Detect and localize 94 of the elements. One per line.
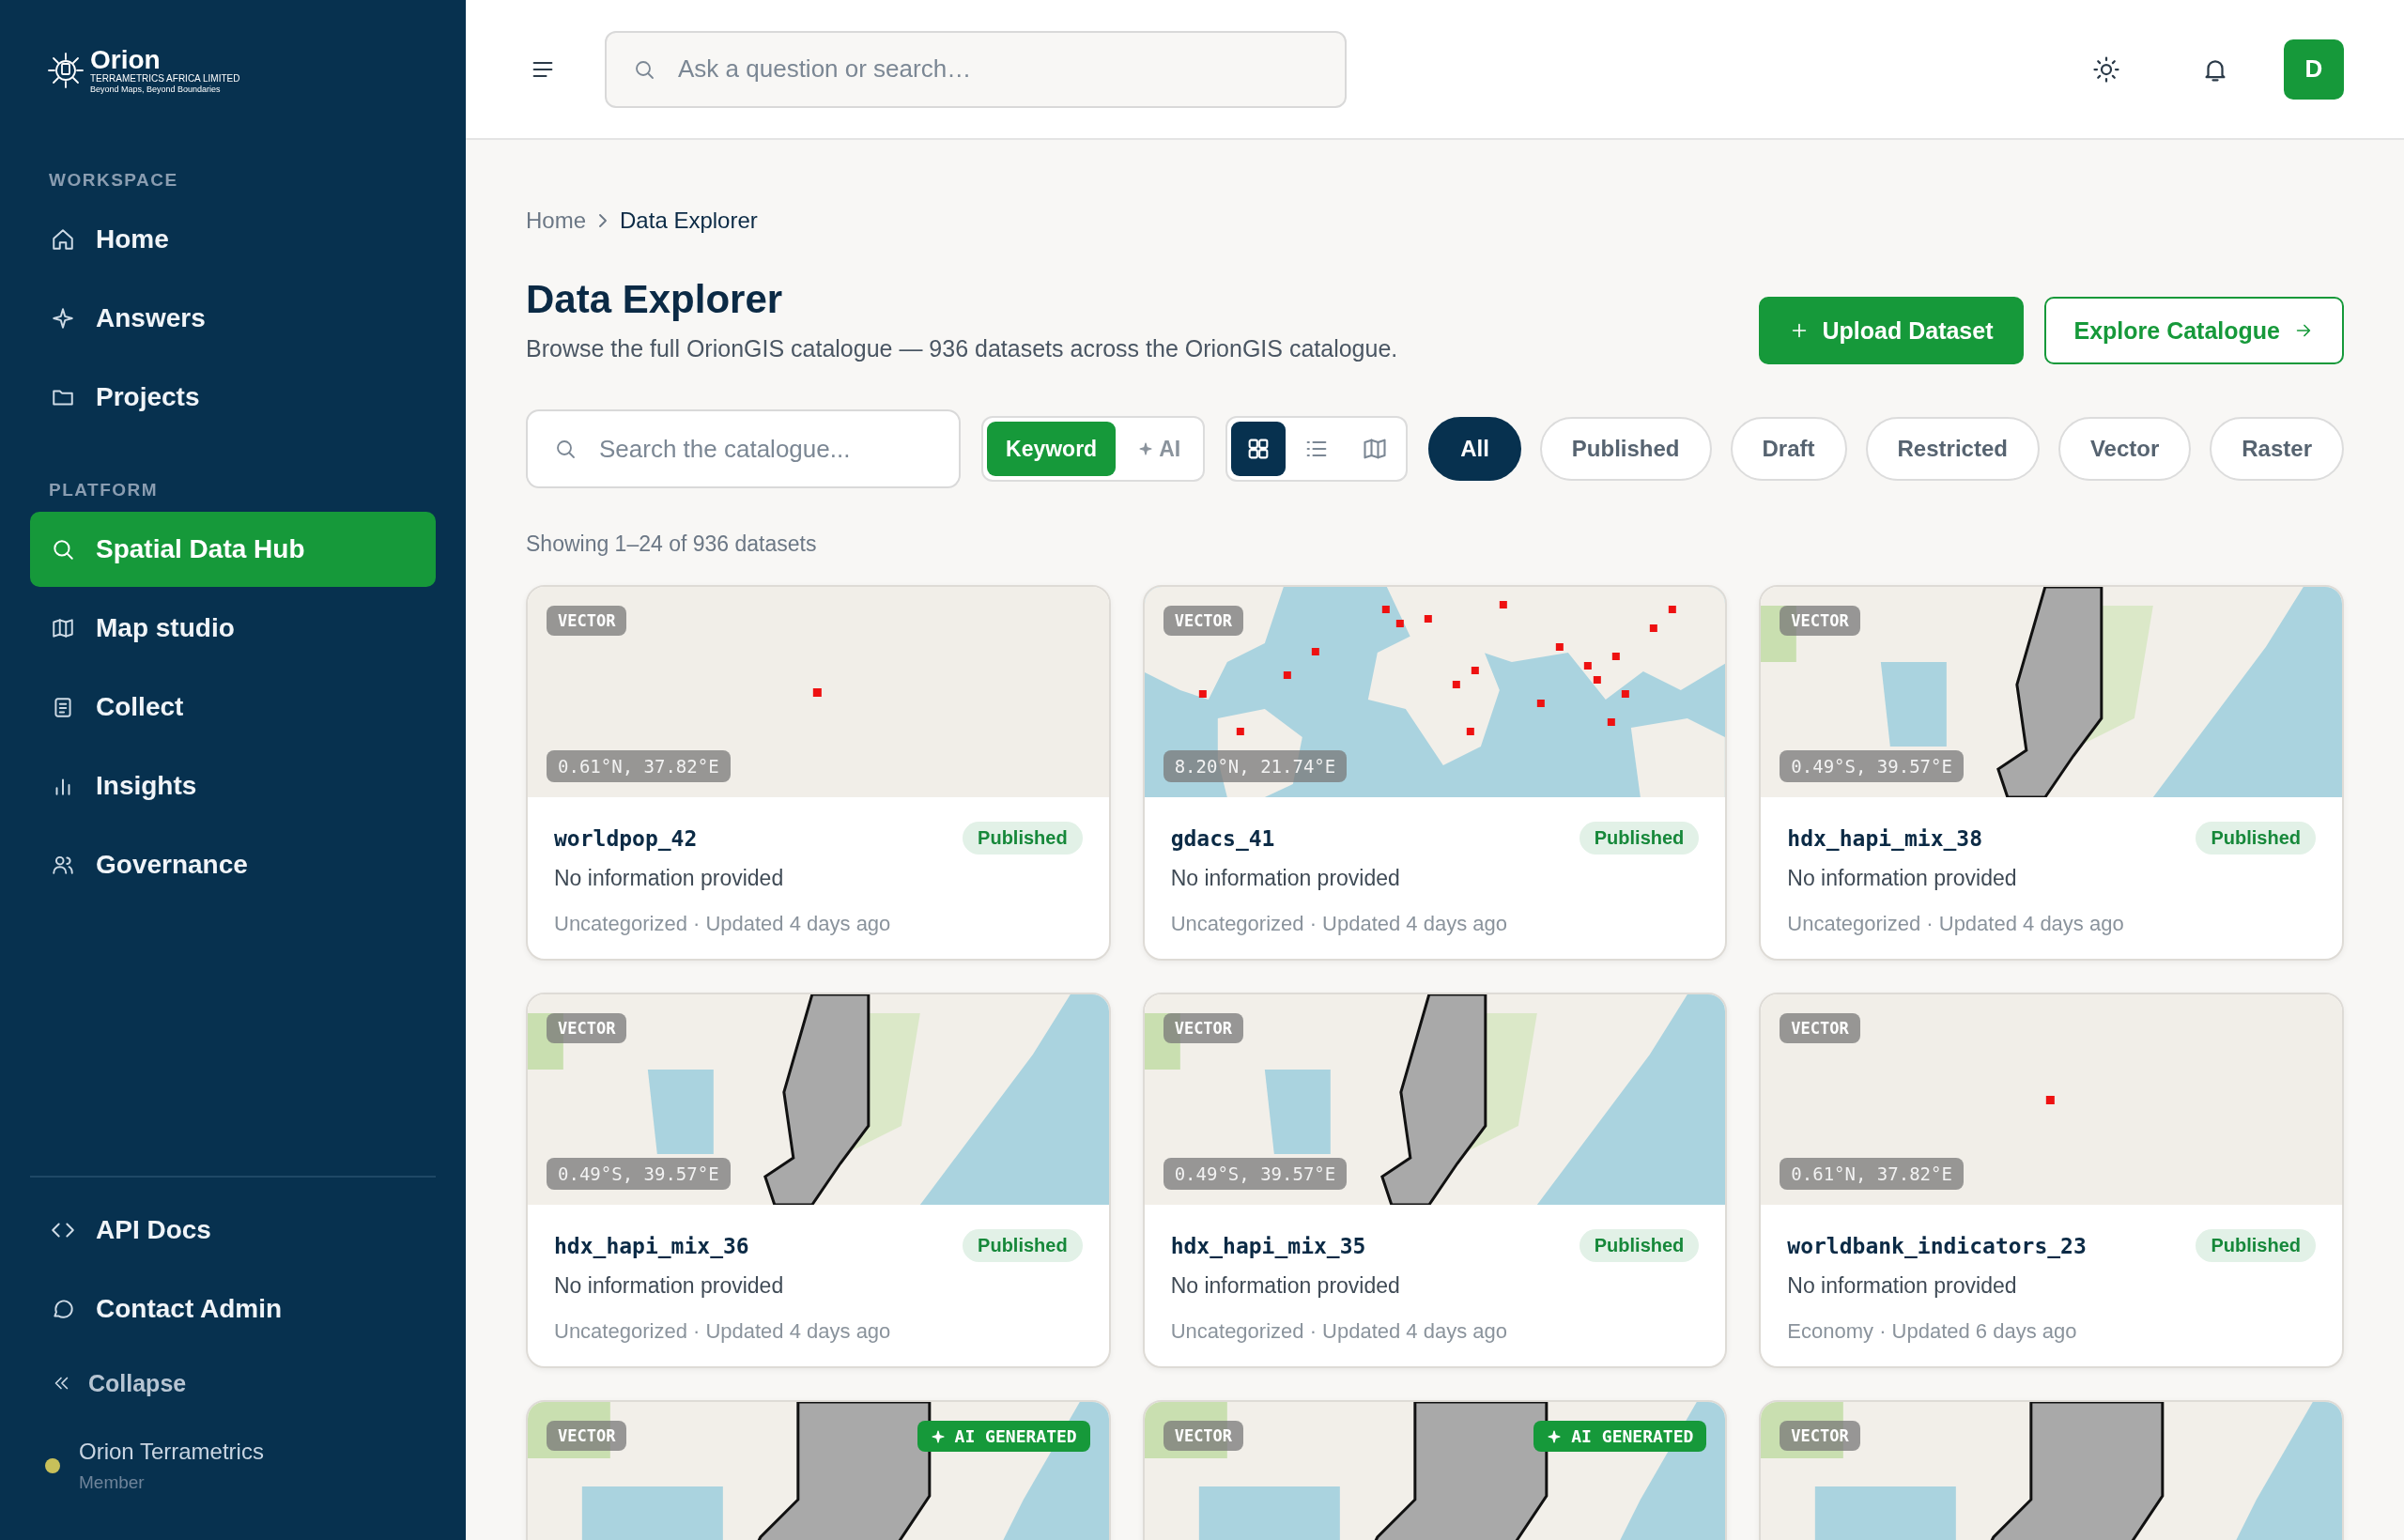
logo-tagline: TERRAMETRICS AFRICA LIMITED bbox=[90, 73, 240, 85]
page-title: Data Explorer bbox=[526, 277, 784, 322]
ai-generated-label: AI GENERATED bbox=[1533, 1421, 1707, 1452]
dataset-meta: Economy · Updated 6 days ago bbox=[1787, 1319, 2078, 1344]
nav-item[interactable]: Contact Admin bbox=[30, 1271, 436, 1347]
filter-chip[interactable]: Published bbox=[1539, 417, 1712, 481]
user-role: Member bbox=[79, 1472, 146, 1493]
dataset-card[interactable]: VECTOR 0.49°S, 39.57°E hdx_hapi_mix_38 Published No information provided Uncategorized · Updated 4 days ago bbox=[1759, 585, 2344, 961]
nav-item[interactable]: Answers bbox=[30, 280, 436, 356]
nav-item[interactable]: Collect bbox=[30, 669, 436, 745]
status-label: Published bbox=[2196, 1229, 2316, 1262]
breadcrumb-link[interactable]: Data Explorer bbox=[620, 208, 758, 234]
coordinates-label: 0.49°S, 39.57°E bbox=[1163, 1158, 1348, 1190]
dataset-name: worldpop_42 bbox=[554, 825, 698, 851]
sparkle-icon bbox=[1138, 441, 1154, 456]
nav-item[interactable]: Map studio bbox=[30, 590, 436, 666]
dataset-card[interactable]: VECTOR AI GENERATED bbox=[526, 1400, 1111, 1540]
search-field[interactable]: Ask a question or search… bbox=[605, 30, 1347, 108]
coordinates-label: 0.61°N, 37.82°E bbox=[1780, 1158, 1964, 1190]
coordinates-label: 0.61°N, 37.82°E bbox=[547, 750, 731, 782]
sparkle-icon bbox=[1547, 1428, 1563, 1444]
type-label: VECTOR bbox=[1780, 606, 1860, 636]
nav-item[interactable]: Home bbox=[30, 201, 436, 277]
dataset-name: hdx_hapi_mix_36 bbox=[554, 1233, 749, 1258]
filter-chip[interactable]: Restricted bbox=[1865, 417, 2040, 481]
filter-chip[interactable]: Raster bbox=[2210, 417, 2344, 481]
type-label: VECTOR bbox=[1163, 606, 1244, 636]
type-label: VECTOR bbox=[547, 1013, 627, 1043]
logo-icon bbox=[47, 52, 85, 90]
search-field[interactable]: Search the catalogue... bbox=[526, 409, 961, 488]
dataset-description: No information provided bbox=[1787, 1273, 2018, 1299]
logo-motto: Beyond Maps, Beyond Boundaries bbox=[90, 85, 222, 95]
type-label: VECTOR bbox=[1780, 1013, 1860, 1043]
coordinates-label: 0.49°S, 39.57°E bbox=[1780, 750, 1964, 782]
dataset-card[interactable]: VECTOR 0.49°S, 39.57°E hdx_hapi_mix_35 Published No information provided Uncategorized · Updated 4 days ago bbox=[1142, 993, 1728, 1368]
status-label: Published bbox=[1579, 822, 1700, 855]
page-subtitle: Browse the full OrionGIS catalogue — 936 datasets across the OrionGIS catalogue. bbox=[526, 335, 1398, 362]
nav-item[interactable]: Insights bbox=[30, 747, 436, 824]
dataset-name: hdx_hapi_mix_35 bbox=[1170, 1233, 1366, 1258]
status-label: Published bbox=[963, 822, 1083, 855]
section-heading: WORKSPACE bbox=[48, 169, 179, 191]
dataset-name: gdacs_41 bbox=[1170, 825, 1275, 851]
filter-chip[interactable]: All bbox=[1428, 417, 1521, 481]
dataset-description: No information provided bbox=[554, 866, 785, 891]
results-summary: Showing 1–24 of 936 datasets bbox=[526, 531, 818, 557]
dataset-card[interactable]: VECTOR 8.20°N, 21.74°E gdacs_41 Published No information provided Uncategorized · Updated 4 days ago bbox=[1142, 585, 1728, 961]
dataset-name: worldbank_indicators_23 bbox=[1787, 1233, 2087, 1258]
dataset-meta: Uncategorized · Updated 4 days ago bbox=[554, 1319, 892, 1344]
user-name: Orion Terrametrics bbox=[79, 1439, 264, 1465]
logo-name: Orion bbox=[90, 47, 162, 73]
dataset-description: No information provided bbox=[1170, 1273, 1401, 1299]
status-label: Published bbox=[963, 1229, 1083, 1262]
nav-item[interactable]: Projects bbox=[30, 359, 436, 435]
status-label: Published bbox=[2196, 822, 2316, 855]
breadcrumb-link[interactable]: Home bbox=[526, 208, 587, 234]
dataset-card[interactable]: VECTOR 0.49°S, 39.57°E hdx_hapi_mix_36 Published No information provided Uncategorized · Updated 4 days ago bbox=[526, 993, 1111, 1368]
dataset-meta: Uncategorized · Updated 4 days ago bbox=[1170, 912, 1508, 936]
coordinates-label: 8.20°N, 21.74°E bbox=[1163, 750, 1348, 782]
ai-generated-label: AI GENERATED bbox=[917, 1421, 1090, 1452]
coordinates-label: 0.49°S, 39.57°E bbox=[547, 1158, 731, 1190]
mode-tab[interactable]: Keyword bbox=[987, 422, 1117, 476]
collapse-button[interactable]: Collapse bbox=[30, 1350, 436, 1416]
section-heading: PLATFORM bbox=[48, 479, 160, 500]
dataset-description: No information provided bbox=[1170, 866, 1401, 891]
sparkle-icon bbox=[51, 305, 75, 331]
avatar[interactable]: D bbox=[2284, 38, 2344, 100]
dataset-meta: Uncategorized · Updated 4 days ago bbox=[1787, 912, 2125, 936]
type-label: VECTOR bbox=[1163, 1013, 1244, 1043]
dataset-name: hdx_hapi_mix_38 bbox=[1787, 825, 1983, 851]
home-icon bbox=[51, 226, 75, 252]
sun-icon bbox=[2092, 54, 2120, 84]
dataset-meta: Uncategorized · Updated 4 days ago bbox=[1170, 1319, 1508, 1344]
dataset-description: No information provided bbox=[1787, 866, 2018, 891]
filter-chip[interactable]: Vector bbox=[2057, 417, 2192, 481]
dataset-card[interactable]: VECTOR 0.61°N, 37.82°E worldbank_indicators_23 Published No information provided Economy · Updated 6 days ago bbox=[1759, 993, 2344, 1368]
nav-item[interactable]: Spatial Data Hub bbox=[30, 511, 436, 587]
sparkle-icon bbox=[930, 1428, 946, 1444]
chevron-icon bbox=[599, 214, 608, 227]
dataset-description: No information provided bbox=[554, 1273, 785, 1299]
type-label: VECTOR bbox=[1163, 1421, 1244, 1451]
dataset-card[interactable]: VECTOR 0.61°N, 37.82°E worldpop_42 Published No information provided Uncategorized · Updated 4 days ago bbox=[526, 585, 1111, 961]
chat-icon bbox=[51, 1297, 75, 1321]
nav-item[interactable]: API Docs bbox=[30, 1193, 436, 1268]
type-label: VECTOR bbox=[547, 606, 627, 636]
filter-chip[interactable]: Draft bbox=[1730, 417, 1847, 481]
dataset-meta: Uncategorized · Updated 4 days ago bbox=[554, 912, 892, 936]
status-label: Published bbox=[1579, 1229, 1700, 1262]
type-label: VECTOR bbox=[1780, 1421, 1860, 1451]
dataset-card[interactable]: VECTOR AI GENERATED bbox=[1142, 1400, 1728, 1540]
type-label: VECTOR bbox=[547, 1421, 627, 1451]
upload-button[interactable]: Upload Dataset bbox=[1758, 297, 2024, 364]
explore-button[interactable]: Explore Catalogue bbox=[2043, 297, 2344, 364]
grid-view-button[interactable] bbox=[1231, 422, 1287, 476]
nav-item[interactable]: Governance bbox=[30, 826, 436, 902]
